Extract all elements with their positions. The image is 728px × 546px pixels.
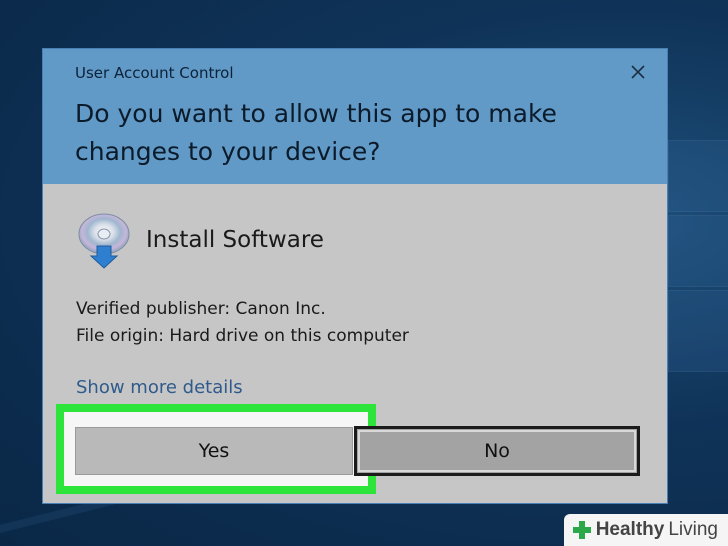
show-more-details-link[interactable]: Show more details: [76, 377, 243, 398]
dialog-header: User Account Control Do you want to allo…: [43, 49, 667, 184]
app-name: Install Software: [146, 227, 324, 253]
file-origin-info: File origin: Hard drive on this computer: [76, 326, 409, 346]
publisher-info: Verified publisher: Canon Inc.: [76, 299, 326, 319]
plus-logo-icon: [572, 521, 591, 539]
watermark: Healthy Living: [563, 514, 728, 546]
watermark-text-living: Living: [668, 519, 718, 540]
no-button[interactable]: No: [354, 426, 640, 476]
dialog-question: Do you want to allow this app to make ch…: [75, 99, 557, 166]
yes-button[interactable]: Yes: [75, 427, 353, 475]
watermark-text-healthy: Healthy: [595, 519, 665, 540]
windows-logo-pane: [668, 140, 728, 212]
close-icon: [631, 65, 645, 79]
software-disc-icon: [78, 213, 130, 269]
close-button[interactable]: [625, 59, 651, 85]
windows-logo-pane: [668, 215, 728, 287]
dialog-caption: User Account Control: [75, 64, 234, 82]
windows-logo-pane: [668, 290, 728, 372]
